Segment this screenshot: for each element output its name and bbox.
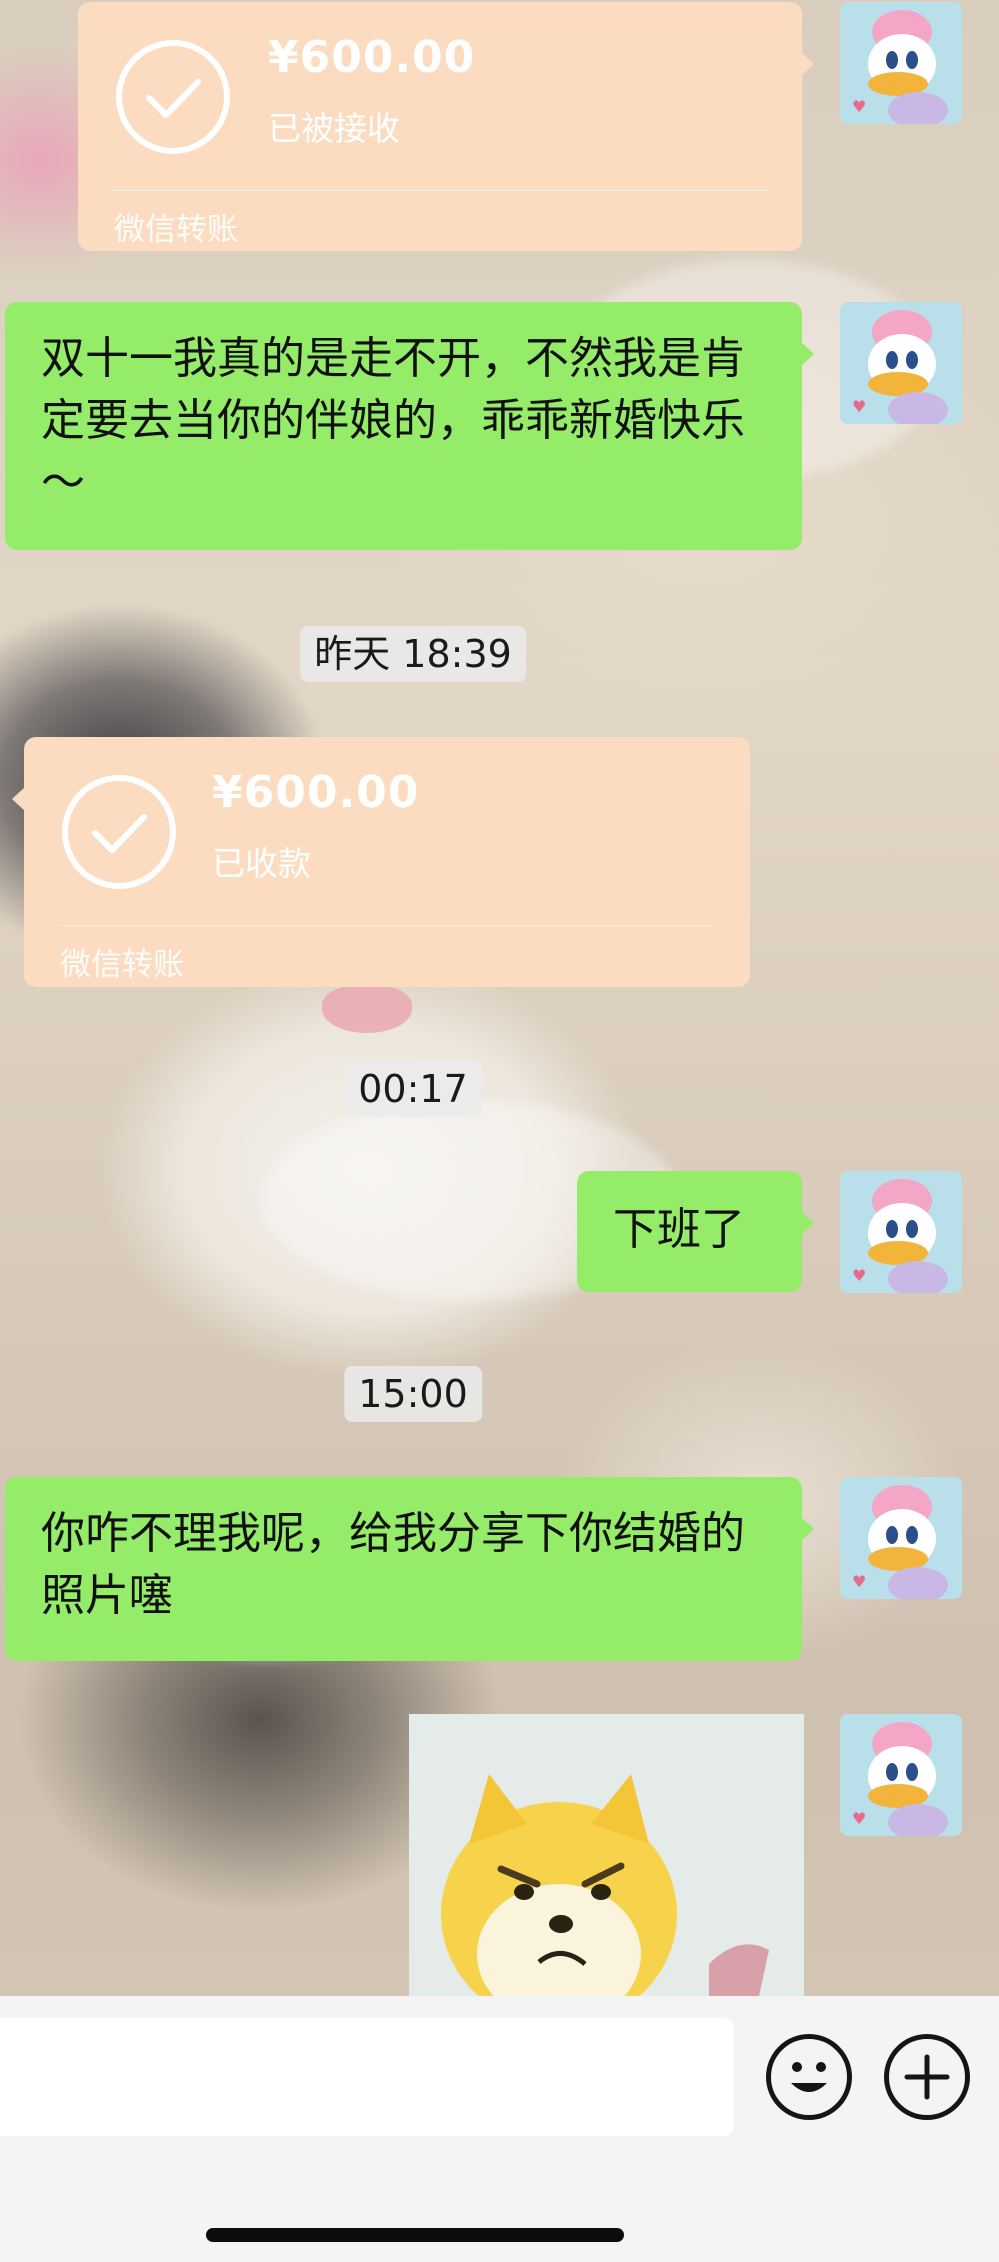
- message-text: 你咋不理我呢，给我分享下你结婚的照片噻: [41, 1508, 745, 1621]
- duck-avatar-image: ♥: [840, 1714, 962, 1836]
- transfer-status: 已收款: [212, 844, 311, 883]
- svg-text:♥: ♥: [852, 97, 866, 116]
- emoji-button[interactable]: [766, 2034, 852, 2120]
- home-indicator: [206, 2228, 624, 2242]
- transfer-message-received[interactable]: ¥600.00 已收款 微信转账: [12, 737, 750, 987]
- avatar[interactable]: ♥: [840, 302, 962, 424]
- transfer-amount: ¥600.00: [268, 32, 476, 83]
- transfer-message-sent[interactable]: ¥600.00 已被接收 微信转账: [78, 2, 814, 251]
- transfer-status: 已被接收: [268, 109, 400, 148]
- sticker-image[interactable]: [409, 1714, 804, 1996]
- duck-avatar-image: ♥: [840, 1171, 962, 1293]
- chat-bubble-sent[interactable]: 你咋不理我呢，给我分享下你结婚的照片噻: [5, 1477, 814, 1661]
- avatar[interactable]: ♥: [840, 1171, 962, 1293]
- duck-avatar-image: ♥: [840, 1477, 962, 1599]
- avatar[interactable]: ♥: [840, 1714, 962, 1836]
- timestamp: 15:00: [344, 1366, 482, 1422]
- check-circle-icon: [62, 775, 176, 889]
- message-input[interactable]: [0, 2018, 734, 2136]
- avatar[interactable]: ♥: [840, 1477, 962, 1599]
- transfer-label: 微信转账: [114, 212, 238, 248]
- transfer-label: 微信转账: [60, 947, 184, 983]
- duck-avatar-image: ♥: [840, 302, 962, 424]
- plus-circle-icon: [904, 2054, 950, 2100]
- svg-text:♥: ♥: [852, 1572, 866, 1591]
- svg-text:♥: ♥: [852, 1809, 866, 1828]
- avatar[interactable]: ♥: [840, 2, 962, 124]
- svg-text:♥: ♥: [852, 1266, 866, 1285]
- transfer-amount: ¥600.00: [212, 767, 420, 818]
- timestamp: 昨天 18:39: [300, 626, 526, 682]
- transfer-divider: [60, 925, 714, 926]
- message-input-bar: [0, 1996, 999, 2262]
- message-text: 双十一我真的是走不开，不然我是肯定要去当你的伴娘的，乖乖新婚快乐～: [41, 333, 745, 508]
- smiley-face-icon: [791, 2062, 827, 2092]
- chat-bubble-sent[interactable]: 下班了: [577, 1171, 814, 1292]
- check-circle-icon: [116, 40, 230, 154]
- duck-avatar-image: ♥: [840, 2, 962, 124]
- transfer-divider: [114, 190, 766, 191]
- timestamp: 00:17: [344, 1061, 482, 1117]
- shiba-dog-sticker: [409, 1714, 804, 1996]
- chat-bubble-sent[interactable]: 双十一我真的是走不开，不然我是肯定要去当你的伴娘的，乖乖新婚快乐～: [5, 302, 814, 550]
- message-text: 下班了: [613, 1204, 745, 1255]
- cat-nose: [322, 985, 412, 1033]
- svg-text:♥: ♥: [852, 397, 866, 416]
- add-button[interactable]: [884, 2034, 970, 2120]
